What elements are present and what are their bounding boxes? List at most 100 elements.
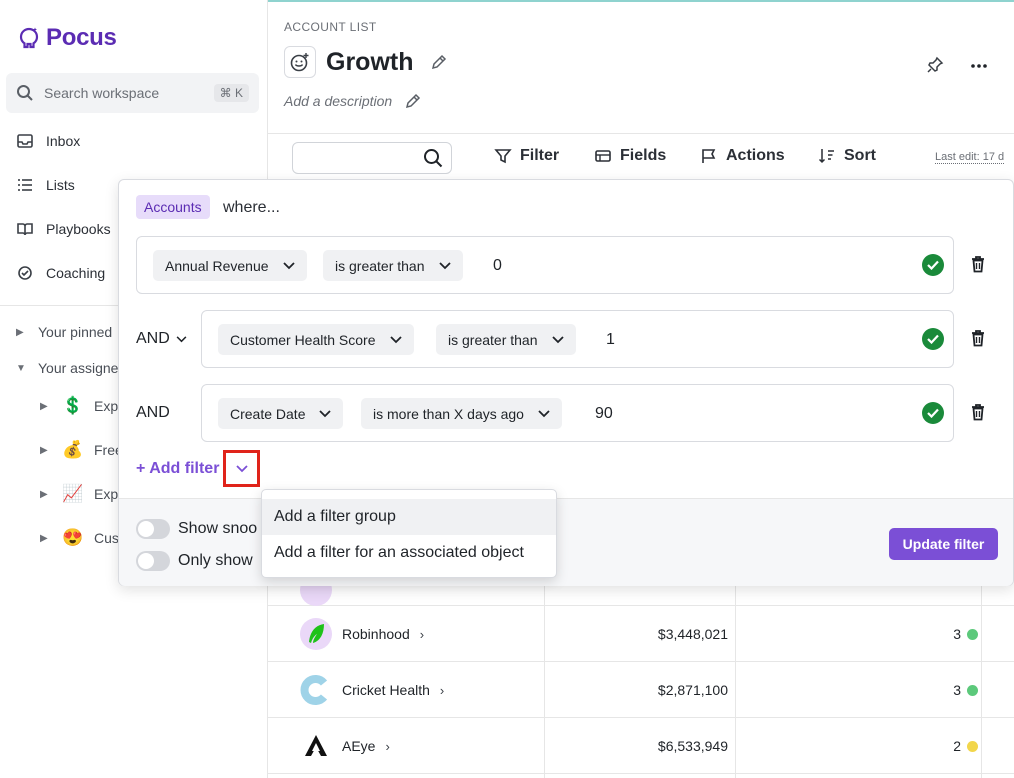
score-cell: 3 xyxy=(738,626,978,642)
condition-value-input[interactable]: 90 xyxy=(595,405,613,423)
description-row: Add a description xyxy=(284,92,422,110)
status-dot xyxy=(967,740,978,752)
column-divider xyxy=(544,580,545,778)
list-item[interactable]: ▶ 💲 Exp xyxy=(40,396,118,416)
filter-button[interactable]: Filter xyxy=(494,147,559,165)
amount-cell: $6,533,949 xyxy=(657,738,728,754)
trash-icon[interactable] xyxy=(971,330,985,347)
sidebar-item-inbox[interactable]: Inbox xyxy=(16,132,80,150)
toggle-only-show[interactable]: Only show xyxy=(136,551,253,571)
account-name-cell[interactable]: AEye › xyxy=(300,730,390,762)
sort-button[interactable]: Sort xyxy=(818,147,876,165)
column-divider xyxy=(735,580,736,778)
section-assigned[interactable]: ▼ Your assigne xyxy=(16,360,118,376)
filter-condition: Create Date is more than X days ago 90 xyxy=(201,384,954,442)
search-placeholder: Search workspace xyxy=(44,85,160,101)
dollar-emoji-icon: 💲 xyxy=(62,396,84,415)
sidebar-item-lists[interactable]: Lists xyxy=(16,176,75,194)
table-row[interactable]: Robinhood › $3,448,021 3 xyxy=(268,606,1014,662)
field-value: Annual Revenue xyxy=(165,257,269,274)
top-accent-line xyxy=(268,0,1014,2)
fields-button[interactable]: Fields xyxy=(594,147,666,165)
operator-select[interactable]: is greater than xyxy=(436,324,576,355)
chevron-right-icon[interactable]: › xyxy=(385,739,389,754)
condition-value-input[interactable]: 1 xyxy=(606,331,615,349)
toggle-label: Only show xyxy=(178,552,253,569)
section-label: Your pinned xyxy=(38,324,113,340)
account-name: AEye xyxy=(342,738,376,754)
caret-right-icon: ▶ xyxy=(40,532,48,544)
condition-value-input[interactable]: 0 xyxy=(493,257,502,275)
pin-icon[interactable] xyxy=(926,56,944,74)
sidebar-item-playbooks[interactable]: Playbooks xyxy=(16,220,111,238)
field-select[interactable]: Annual Revenue xyxy=(153,250,307,281)
list-item[interactable]: ▶ 😍 Cus xyxy=(40,528,119,548)
status-dot xyxy=(967,628,978,640)
operator-value: is greater than xyxy=(335,257,425,274)
list-search-input[interactable] xyxy=(292,142,452,174)
filter-condition: Annual Revenue is greater than 0 xyxy=(136,236,954,294)
toggle-switch[interactable] xyxy=(136,519,170,539)
chevron-down-icon xyxy=(235,464,248,472)
sidebar-item-coaching[interactable]: Coaching xyxy=(16,264,105,282)
trash-icon[interactable] xyxy=(971,404,985,421)
account-name-cell[interactable]: Robinhood › xyxy=(300,618,424,650)
pocus-logo[interactable]: Pocus xyxy=(18,24,117,52)
chevron-down-icon xyxy=(551,335,564,343)
conjunction-value: AND xyxy=(136,404,170,421)
amount-cell: $3,448,021 xyxy=(657,626,728,642)
field-select[interactable]: Create Date xyxy=(218,398,344,429)
score-value: 3 xyxy=(953,626,961,642)
more-options-icon[interactable] xyxy=(970,56,988,74)
flag-icon xyxy=(702,149,716,163)
chevron-right-icon[interactable]: › xyxy=(420,627,424,642)
menu-item-add-filter-group[interactable]: Add a filter group xyxy=(262,499,556,535)
accounts-table: Robinhood › $3,448,021 3 Cricket Health … xyxy=(268,574,1014,778)
edit-description-icon[interactable] xyxy=(404,92,422,110)
conjunction-select[interactable]: AND xyxy=(136,330,187,348)
smiley-add-icon xyxy=(290,53,309,72)
caret-right-icon: ▶ xyxy=(40,400,48,412)
list-emoji-picker[interactable] xyxy=(284,46,316,78)
toggle-show-snoozed[interactable]: Show snoo xyxy=(136,519,257,539)
table-row[interactable]: Cricket Health › $2,871,100 3 xyxy=(268,662,1014,718)
filter-condition: Customer Health Score is greater than 1 xyxy=(201,310,954,368)
pocus-logo-icon xyxy=(19,27,39,49)
operator-select[interactable]: is more than X days ago xyxy=(361,398,562,429)
cricket-health-logo xyxy=(300,674,332,706)
operator-value: is more than X days ago xyxy=(373,405,524,422)
edit-title-icon[interactable] xyxy=(430,53,448,71)
toggle-switch[interactable] xyxy=(136,551,170,571)
account-name-cell[interactable]: Cricket Health › xyxy=(300,674,444,706)
update-filter-button[interactable]: Update filter xyxy=(889,528,998,560)
section-label: Your assigne xyxy=(38,360,119,376)
search-icon xyxy=(17,85,33,101)
last-edit-info[interactable]: Last edit: 17 d xyxy=(935,151,1005,164)
add-filter-button[interactable]: + Add filter xyxy=(136,460,219,478)
filter-panel-footer: Show snoo Only show Update filter xyxy=(119,498,1013,586)
list-item[interactable]: ▶ 📈 Exp xyxy=(40,484,118,504)
list-item[interactable]: ▶ 💰 Free xyxy=(40,440,123,460)
add-filter-options-toggle[interactable] xyxy=(223,450,260,487)
chevron-right-icon[interactable]: › xyxy=(440,683,444,698)
menu-item-add-associated-filter[interactable]: Add a filter for an associated object xyxy=(262,535,556,571)
operator-select[interactable]: is greater than xyxy=(323,250,463,281)
inbox-icon xyxy=(17,134,33,148)
aeye-logo xyxy=(300,730,332,762)
filter-icon xyxy=(494,149,512,164)
field-select[interactable]: Customer Health Score xyxy=(218,324,414,355)
section-pinned[interactable]: ▶ Your pinned xyxy=(16,324,112,340)
actions-button[interactable]: Actions xyxy=(700,147,785,165)
feather-icon xyxy=(309,624,324,643)
operator-value: is greater than xyxy=(448,331,538,348)
workspace-search[interactable]: Search workspace ⌘ K xyxy=(6,73,259,113)
column-divider xyxy=(981,580,982,778)
score-value: 2 xyxy=(953,738,961,754)
header-actions xyxy=(926,56,988,74)
table-row[interactable]: AEye › $6,533,949 2 xyxy=(268,718,1014,774)
object-tag-accounts[interactable]: Accounts xyxy=(136,195,210,219)
fields-icon xyxy=(595,150,611,162)
toggle-label: Show snoo xyxy=(178,520,258,537)
description-placeholder[interactable]: Add a description xyxy=(284,93,392,109)
trash-icon[interactable] xyxy=(971,256,985,273)
